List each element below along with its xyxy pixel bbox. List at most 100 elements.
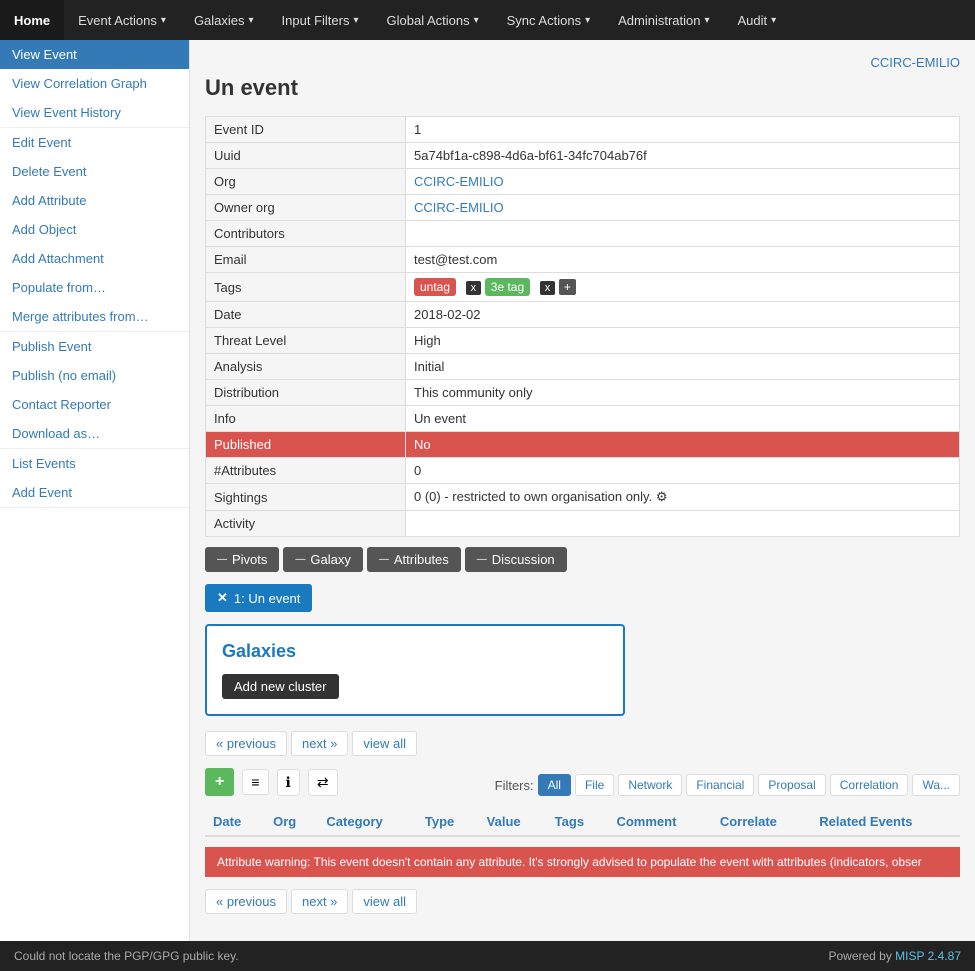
col-related-events[interactable]: Related Events <box>811 808 960 836</box>
navbar-input-filters-label: Input Filters <box>282 13 350 28</box>
tab-discussion[interactable]: Discussion <box>465 547 567 572</box>
field-value-tags: untag x 3e tag x + <box>406 273 960 302</box>
navbar-input-filters-arrow: ▾ <box>353 15 358 26</box>
col-category[interactable]: Category <box>318 808 416 836</box>
col-date[interactable]: Date <box>205 808 265 836</box>
org-label[interactable]: CCIRC-EMILIO <box>205 55 960 70</box>
attr-list-icon-button[interactable]: ≡ <box>242 769 268 795</box>
sidebar-section-view: View Event View Correlation Graph View E… <box>0 40 189 128</box>
filter-financial[interactable]: Financial <box>686 774 754 796</box>
sightings-settings-icon[interactable]: ⚙ <box>656 489 668 504</box>
tab-pivots[interactable]: Pivots <box>205 547 279 572</box>
col-tags[interactable]: Tags <box>547 808 609 836</box>
field-label-tags: Tags <box>206 273 406 302</box>
filter-file[interactable]: File <box>575 774 614 796</box>
filter-proposal[interactable]: Proposal <box>758 774 825 796</box>
table-row-event-id: Event ID 1 <box>206 117 960 143</box>
field-label-org: Org <box>206 169 406 195</box>
pagination-previous[interactable]: « previous <box>205 731 287 756</box>
filter-correlation[interactable]: Correlation <box>830 774 909 796</box>
sidebar-item-contact-reporter[interactable]: Contact Reporter <box>0 390 189 419</box>
attr-shuffle-icon-button[interactable]: ⇄ <box>308 769 338 796</box>
sidebar-item-add-event[interactable]: Add Event <box>0 478 189 507</box>
field-value-event-id: 1 <box>406 117 960 143</box>
navbar-administration-label: Administration <box>618 13 700 28</box>
table-row-date: Date 2018-02-02 <box>206 302 960 328</box>
filter-all[interactable]: All <box>538 774 571 796</box>
field-label-threat-level: Threat Level <box>206 328 406 354</box>
table-row-activity: Activity <box>206 511 960 537</box>
galaxies-box: Galaxies Add new cluster <box>205 624 625 716</box>
sidebar: View Event View Correlation Graph View E… <box>0 40 190 941</box>
event-info-table: Event ID 1 Uuid 5a74bf1a-c898-4d6a-bf61-… <box>205 116 960 537</box>
add-cluster-button[interactable]: Add new cluster <box>222 674 339 699</box>
field-value-uuid: 5a74bf1a-c898-4d6a-bf61-34fc704ab76f <box>406 143 960 169</box>
attr-info-icon-button[interactable]: ℹ <box>277 769 300 796</box>
table-row-contributors: Contributors <box>206 221 960 247</box>
sidebar-item-list-events[interactable]: List Events <box>0 449 189 478</box>
sidebar-item-add-attachment[interactable]: Add Attachment <box>0 244 189 273</box>
navbar-global-actions[interactable]: Global Actions ▾ <box>373 0 493 40</box>
navbar-audit[interactable]: Audit ▾ <box>724 0 791 40</box>
field-label-activity: Activity <box>206 511 406 537</box>
tag-untag-remove[interactable]: x <box>466 281 482 295</box>
event-tabs: Pivots Galaxy Attributes Discussion <box>205 547 960 572</box>
sidebar-item-edit-event[interactable]: Edit Event <box>0 128 189 157</box>
navbar-sync-actions-label: Sync Actions <box>507 13 581 28</box>
sidebar-item-populate-from[interactable]: Populate from… <box>0 273 189 302</box>
sidebar-item-download-as[interactable]: Download as… <box>0 419 189 448</box>
footer-misp-link[interactable]: MISP 2.4.87 <box>895 949 961 963</box>
field-label-uuid: Uuid <box>206 143 406 169</box>
navbar-event-actions[interactable]: Event Actions ▾ <box>64 0 180 40</box>
event-tag-button[interactable]: ✕ 1: Un event <box>205 584 312 612</box>
tag-3e-remove[interactable]: x <box>540 281 556 295</box>
pagination-bottom-previous[interactable]: « previous <box>205 889 287 914</box>
field-value-info: Un event <box>406 406 960 432</box>
table-row-uuid: Uuid 5a74bf1a-c898-4d6a-bf61-34fc704ab76… <box>206 143 960 169</box>
navbar-audit-label: Audit <box>738 13 768 28</box>
field-value-published: No <box>406 432 960 458</box>
navbar-galaxies[interactable]: Galaxies ▾ <box>180 0 268 40</box>
col-type[interactable]: Type <box>417 808 479 836</box>
sidebar-item-delete-event[interactable]: Delete Event <box>0 157 189 186</box>
sidebar-item-add-object[interactable]: Add Object <box>0 215 189 244</box>
col-org[interactable]: Org <box>265 808 318 836</box>
pagination-view-all[interactable]: view all <box>352 731 417 756</box>
navbar-input-filters[interactable]: Input Filters ▾ <box>268 0 373 40</box>
add-attribute-button[interactable]: + <box>205 768 234 796</box>
sidebar-item-add-attribute[interactable]: Add Attribute <box>0 186 189 215</box>
field-value-org[interactable]: CCIRC-EMILIO <box>406 169 960 195</box>
sidebar-item-view-event[interactable]: View Event <box>0 40 189 69</box>
table-row-email: Email test@test.com <box>206 247 960 273</box>
sidebar-item-view-event-history[interactable]: View Event History <box>0 98 189 127</box>
field-value-owner-org[interactable]: CCIRC-EMILIO <box>406 195 960 221</box>
footer-left-text: Could not locate the PGP/GPG public key. <box>14 949 239 963</box>
sidebar-item-publish-event[interactable]: Publish Event <box>0 332 189 361</box>
sidebar-item-publish-no-email[interactable]: Publish (no email) <box>0 361 189 390</box>
tag-3e: 3e tag <box>485 278 530 296</box>
navbar-administration[interactable]: Administration ▾ <box>604 0 723 40</box>
pagination-bottom-view-all[interactable]: view all <box>352 889 417 914</box>
attr-toolbar: + ≡ ℹ ⇄ <box>205 768 338 796</box>
field-label-owner-org: Owner org <box>206 195 406 221</box>
tab-galaxy[interactable]: Galaxy <box>283 547 362 572</box>
tab-attributes[interactable]: Attributes <box>367 547 461 572</box>
table-row-sightings: Sightings 0 (0) - restricted to own orga… <box>206 484 960 511</box>
filter-wa[interactable]: Wa... <box>912 774 960 796</box>
tag-add-button[interactable]: + <box>559 279 576 295</box>
field-label-num-attributes: #Attributes <box>206 458 406 484</box>
table-row-tags: Tags untag x 3e tag x + <box>206 273 960 302</box>
filter-network[interactable]: Network <box>618 774 682 796</box>
pagination-bottom-next[interactable]: next » <box>291 889 348 914</box>
navbar-home[interactable]: Home <box>0 0 64 40</box>
col-comment[interactable]: Comment <box>608 808 711 836</box>
col-correlate[interactable]: Correlate <box>712 808 811 836</box>
sidebar-item-merge-attributes[interactable]: Merge attributes from… <box>0 302 189 331</box>
navbar-sync-actions[interactable]: Sync Actions ▾ <box>493 0 604 40</box>
filters-label: Filters: <box>495 778 534 793</box>
field-label-analysis: Analysis <box>206 354 406 380</box>
col-value[interactable]: Value <box>479 808 547 836</box>
sidebar-item-view-correlation-graph[interactable]: View Correlation Graph <box>0 69 189 98</box>
field-value-distribution: This community only <box>406 380 960 406</box>
pagination-next[interactable]: next » <box>291 731 348 756</box>
